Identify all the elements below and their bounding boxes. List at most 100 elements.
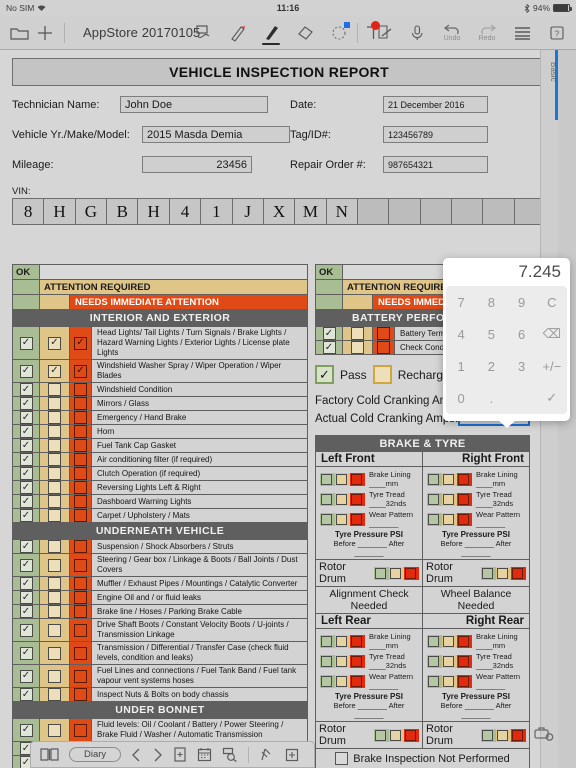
checkbox-cell[interactable] [335,674,350,688]
checkbox[interactable] [443,473,454,485]
checkbox[interactable] [336,655,347,667]
checkbox[interactable] [405,729,416,741]
vin-cell[interactable]: 4 [169,199,202,224]
checkbox[interactable]: ✓ [322,341,336,354]
checkbox-cell[interactable] [457,472,472,486]
date-input[interactable]: 21 December 2016 [383,96,488,113]
checkbox[interactable] [48,481,61,494]
checkbox-cell-immediate[interactable] [70,425,92,438]
microphone-icon[interactable] [404,20,430,46]
checkbox-cell-attention[interactable] [40,591,70,604]
lasso-select-icon[interactable] [192,22,214,44]
keypad-key-5[interactable]: 5 [476,318,506,350]
checkbox[interactable] [428,493,439,505]
checkbox[interactable] [74,509,87,522]
checkbox[interactable]: ✓ [19,591,33,604]
checkbox[interactable]: ✓ [19,605,33,618]
checkbox[interactable]: ✓ [48,336,61,350]
checkbox[interactable]: ✓ [19,723,33,737]
vin-cell[interactable]: H [138,199,170,224]
checkbox-cell-attention[interactable] [40,688,70,701]
checkbox-cell-attention[interactable] [40,495,70,508]
keypad-key-0[interactable]: 0 [446,382,476,414]
checkbox[interactable] [375,567,386,579]
checkbox-cell[interactable] [320,512,335,526]
checkbox-cell-immediate[interactable] [70,495,92,508]
checkbox-cell-ok[interactable]: ✓ [13,360,40,382]
checkbox[interactable] [390,567,401,579]
page-search-icon[interactable] [222,747,238,762]
document-title[interactable]: AppStore 20170105 [83,25,200,40]
checkbox[interactable] [48,397,61,410]
help-icon[interactable]: ? [544,20,570,46]
checkbox[interactable]: ✓ [19,411,33,424]
checkbox-cell-ok[interactable]: ✓ [13,411,40,424]
checkbox-cell-immediate[interactable] [70,509,92,522]
mileage-input[interactable]: 23456 [142,156,252,173]
numeric-keypad[interactable]: 7.245 7 8 9 C 4 5 6 ⌫ 1 2 3 +/− 0. ✓ [443,258,570,428]
checkbox[interactable] [377,341,390,354]
checkbox[interactable] [351,341,364,354]
checkbox[interactable] [48,383,61,396]
checkbox-cell-ok[interactable]: ✓ [13,425,40,438]
checkbox-cell-ok[interactable]: ✓ [13,397,40,410]
checkbox-cell[interactable] [481,566,496,580]
checkbox[interactable] [74,723,87,737]
checkbox-cell-ok[interactable]: ✓ [13,467,40,480]
checkbox[interactable] [48,723,61,737]
brake-not-performed-checkbox[interactable] [335,752,349,765]
checkbox[interactable] [74,467,87,480]
checkbox[interactable]: ✓ [19,646,33,660]
checkbox[interactable] [321,675,332,687]
checkbox[interactable] [482,567,493,579]
checkbox[interactable] [74,481,87,494]
checkbox-cell-immediate[interactable]: ✓ [70,327,92,359]
undo-button[interactable]: Undo [439,23,465,42]
checkbox[interactable]: ✓ [19,558,33,572]
checkbox[interactable] [428,473,439,485]
wheel-balance-cell[interactable]: Wheel Balance Needed [423,587,529,614]
checkbox-cell[interactable] [350,472,365,486]
checkbox-cell-immediate[interactable] [70,719,92,741]
checkbox[interactable] [48,558,61,572]
before-after-label[interactable]: Before _______ After _______ [427,701,525,719]
checkbox-cell[interactable] [320,492,335,506]
checkbox[interactable] [377,327,390,340]
calendar-icon[interactable] [197,747,212,762]
checkbox[interactable] [458,675,469,687]
checkbox[interactable] [390,729,401,741]
checkbox[interactable] [321,493,332,505]
checkbox-cell-immediate[interactable] [70,383,92,396]
checkbox[interactable] [428,675,439,687]
checkbox-cell[interactable] [442,492,457,506]
checkbox-cell-attention[interactable] [40,481,70,494]
checkbox-cell-immediate[interactable] [70,605,92,618]
checkbox-cell-ok[interactable]: ✓ [13,509,40,522]
checkbox-cell-attention[interactable] [40,439,70,452]
checkbox-cell[interactable] [320,634,335,648]
checkbox[interactable] [458,655,469,667]
checkbox[interactable] [48,467,61,480]
checkbox[interactable] [48,411,61,424]
checkbox[interactable] [74,540,87,553]
checkbox[interactable]: ✓ [19,336,33,350]
shape-select-icon[interactable] [328,21,350,44]
checkbox[interactable]: ✓ [322,327,336,340]
checkbox-cell-attention[interactable] [40,383,70,396]
vin-cell[interactable] [452,199,484,224]
checkbox[interactable] [48,577,61,590]
checkbox[interactable] [74,623,87,637]
checkbox-cell-ok[interactable]: ✓ [13,327,40,359]
checkbox-cell[interactable] [427,674,442,688]
checkbox-cell[interactable] [404,728,419,742]
checkbox-cell-immediate[interactable] [70,540,92,553]
keypad-key-4[interactable]: 4 [446,318,476,350]
checkbox-cell[interactable] [389,728,404,742]
checkbox-cell-ok[interactable]: ✓ [13,577,40,590]
keypad-key-+/−[interactable]: +/− [537,350,567,382]
checkbox[interactable] [48,591,61,604]
checkbox-cell-immediate[interactable] [70,411,92,424]
checkbox[interactable] [321,635,332,647]
checkbox-cell-immediate[interactable] [70,688,92,701]
checkbox[interactable]: ✓ [19,383,33,396]
